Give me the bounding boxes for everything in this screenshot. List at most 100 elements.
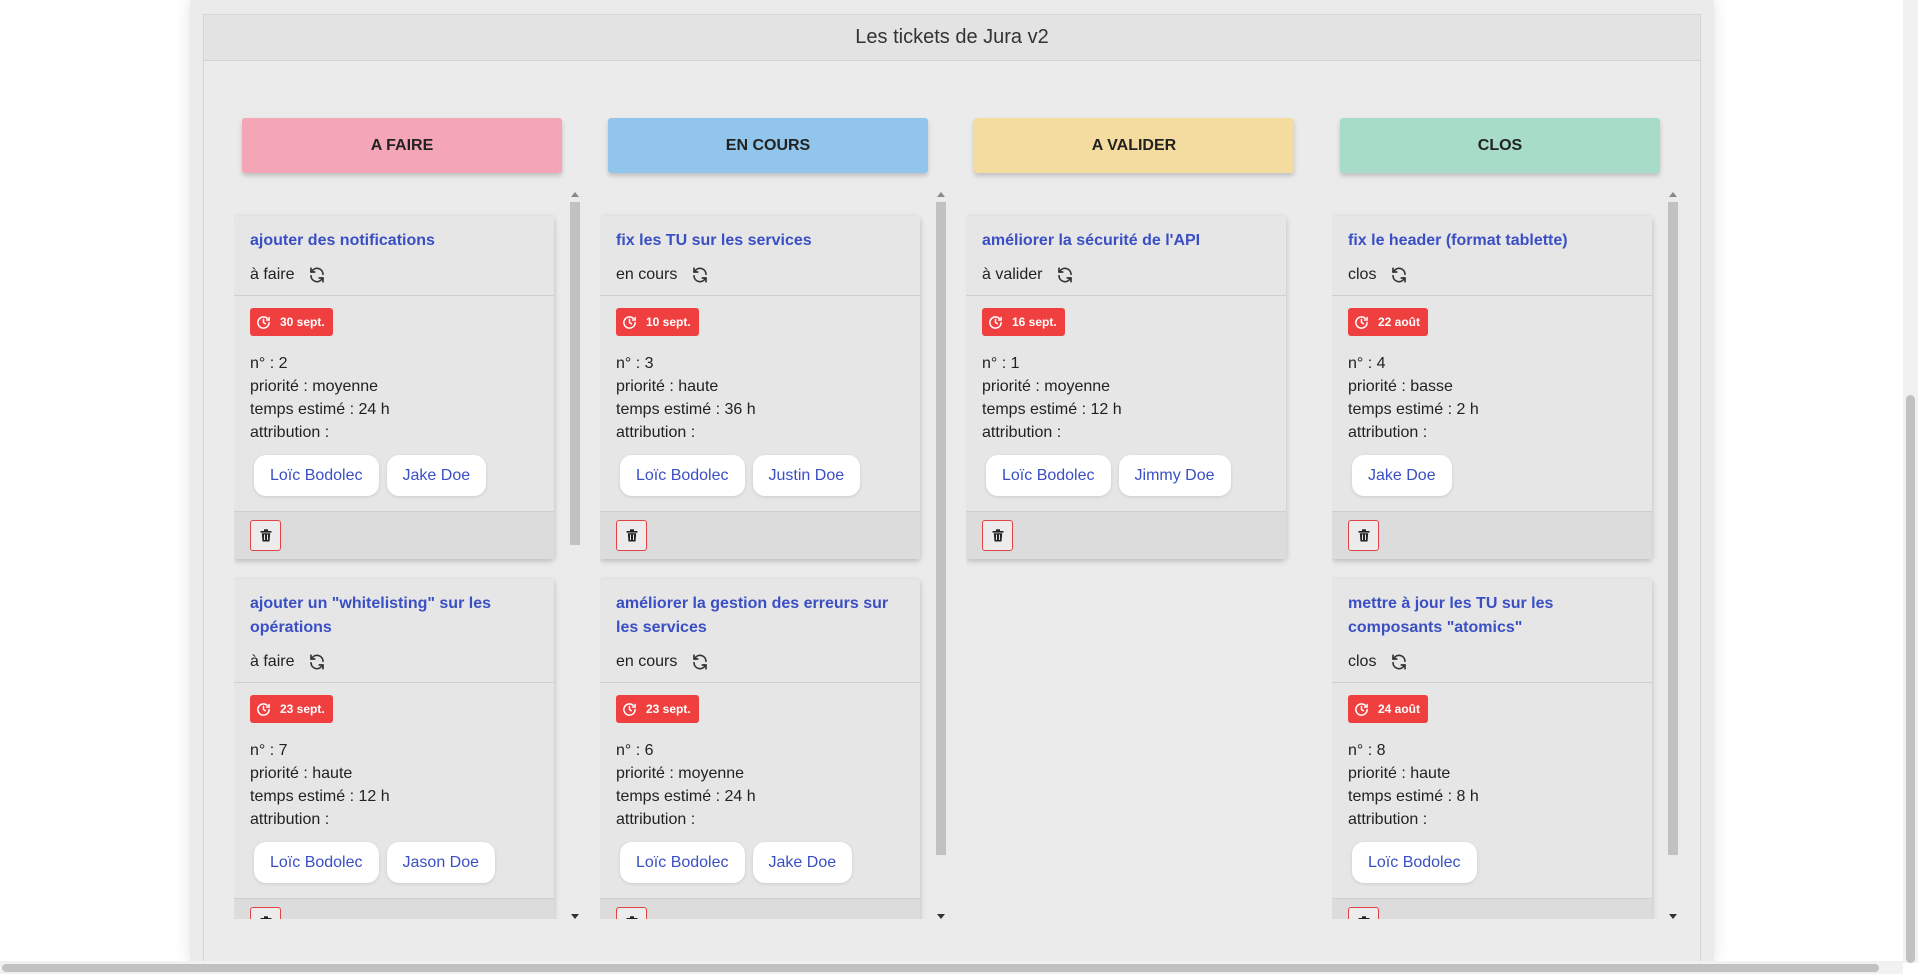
- ticket-attribution-label: attribution :: [1348, 424, 1428, 441]
- clock-icon: [257, 315, 270, 329]
- delete-button[interactable]: [1348, 520, 1379, 551]
- clock-icon: [989, 315, 1002, 329]
- ticket-estimate: temps estimé : 8 h: [1348, 788, 1479, 805]
- ticket-attribution-label: attribution :: [616, 424, 696, 441]
- window-horizontal-scroll-thumb[interactable]: [2, 964, 1879, 972]
- ticket-footer: [600, 898, 920, 919]
- clock-icon: [1355, 702, 1368, 716]
- due-date-label: 24 août: [1378, 701, 1421, 716]
- scroll-up-arrow[interactable]: [1669, 192, 1677, 197]
- ticket-title[interactable]: améliorer la sécurité de l'API: [966, 216, 1286, 253]
- ticket-number: n° : 2: [250, 355, 288, 372]
- ticket-status-label: clos: [1348, 266, 1377, 283]
- assignee-chip[interactable]: Jimmy Doe: [1118, 455, 1231, 496]
- column-scroll-thumb[interactable]: [1668, 202, 1678, 855]
- ticket-title[interactable]: ajouter des notifications: [234, 216, 554, 253]
- refresh-icon[interactable]: [1390, 266, 1408, 284]
- delete-button[interactable]: [982, 520, 1013, 551]
- ticket-card: fix les TU sur les services en cours 10 …: [600, 216, 920, 559]
- column-scrollbar[interactable]: [570, 192, 580, 919]
- assignee-chip[interactable]: Loïc Bodolec: [254, 455, 379, 496]
- assignee-chip[interactable]: Loïc Bodolec: [620, 842, 745, 883]
- ticket-title[interactable]: fix le header (format tablette): [1332, 216, 1652, 253]
- ticket-title[interactable]: mettre à jour les TU sur les composants …: [1332, 579, 1652, 640]
- due-date-badge: 23 sept.: [616, 695, 699, 723]
- due-date-label: 16 sept.: [1012, 314, 1057, 329]
- scroll-up-arrow[interactable]: [937, 192, 945, 197]
- ticket-estimate: temps estimé : 2 h: [1348, 401, 1479, 418]
- assignee-list: Loïc Bodolec Jake Doe: [616, 842, 904, 883]
- clock-icon: [623, 315, 636, 329]
- assignee-chip[interactable]: Jake Doe: [386, 455, 487, 496]
- assignee-list: Loïc Bodolec Jimmy Doe: [982, 455, 1270, 496]
- assignee-list: Loïc Bodolec: [1348, 842, 1636, 883]
- column-scrollbar[interactable]: [936, 192, 946, 919]
- ticket-status: en cours: [600, 253, 920, 295]
- scroll-down-arrow[interactable]: [937, 914, 945, 919]
- ticket-estimate: temps estimé : 12 h: [982, 401, 1122, 418]
- assignee-chip[interactable]: Justin Doe: [752, 455, 861, 496]
- scroll-down-arrow[interactable]: [571, 914, 579, 919]
- assignee-chip[interactable]: Loïc Bodolec: [986, 455, 1111, 496]
- window-horizontal-scrollbar[interactable]: [0, 961, 1903, 974]
- refresh-icon[interactable]: [691, 266, 709, 284]
- column-list-to-validate[interactable]: améliorer la sécurité de l'API à valider…: [966, 192, 1312, 919]
- ticket-status: à faire: [234, 253, 554, 295]
- column-scrollbar[interactable]: [1668, 192, 1678, 919]
- column-list-closed[interactable]: fix le header (format tablette) clos 22 …: [1332, 192, 1678, 919]
- delete-button[interactable]: [616, 520, 647, 551]
- assignee-chip[interactable]: Jason Doe: [386, 842, 496, 883]
- ticket-details: 23 sept. n° : 6 priorité : moyenne temps…: [600, 682, 920, 898]
- delete-button[interactable]: [250, 520, 281, 551]
- column-list-in-progress[interactable]: fix les TU sur les services en cours 10 …: [600, 192, 946, 919]
- ticket-details: 22 août n° : 4 priorité : basse temps es…: [1332, 295, 1652, 511]
- ticket-estimate: temps estimé : 12 h: [250, 788, 390, 805]
- ticket-footer: [1332, 511, 1652, 559]
- assignee-chip[interactable]: Loïc Bodolec: [620, 455, 745, 496]
- ticket-title[interactable]: ajouter un "whitelisting" sur les opérat…: [234, 579, 554, 640]
- clock-icon: [257, 702, 270, 716]
- ticket-status: clos: [1332, 253, 1652, 295]
- refresh-icon[interactable]: [1390, 653, 1408, 671]
- ticket-estimate: temps estimé : 24 h: [616, 788, 756, 805]
- scroll-up-arrow[interactable]: [571, 192, 579, 197]
- window-vertical-scroll-thumb[interactable]: [1906, 395, 1915, 963]
- scroll-down-arrow[interactable]: [1669, 914, 1677, 919]
- refresh-icon[interactable]: [308, 653, 326, 671]
- ticket-status: clos: [1332, 640, 1652, 682]
- ticket-card: améliorer la gestion des erreurs sur les…: [600, 579, 920, 919]
- column-list-todo[interactable]: ajouter des notifications à faire 30 sep…: [234, 192, 580, 919]
- column-scroll-thumb[interactable]: [570, 202, 580, 545]
- ticket-priority: priorité : haute: [1348, 765, 1451, 782]
- clock-icon: [1355, 315, 1368, 329]
- ticket-title[interactable]: fix les TU sur les services: [600, 216, 920, 253]
- window-vertical-scrollbar[interactable]: [1903, 0, 1918, 963]
- due-date-label: 10 sept.: [646, 314, 691, 329]
- assignee-list: Loïc Bodolec Jason Doe: [250, 842, 538, 883]
- clock-icon: [623, 702, 636, 716]
- assignee-list: Jake Doe: [1348, 455, 1636, 496]
- due-date-badge: 30 sept.: [250, 308, 333, 336]
- assignee-chip[interactable]: Jake Doe: [752, 842, 853, 883]
- assignee-chip[interactable]: Loïc Bodolec: [1352, 842, 1477, 883]
- ticket-number: n° : 6: [616, 742, 654, 759]
- delete-button[interactable]: [1348, 907, 1379, 919]
- trash-icon: [1358, 916, 1369, 919]
- column-scroll-thumb[interactable]: [936, 202, 946, 855]
- ticket-priority: priorité : basse: [1348, 378, 1453, 395]
- ticket-number: n° : 3: [616, 355, 654, 372]
- delete-button[interactable]: [250, 907, 281, 919]
- refresh-icon[interactable]: [308, 266, 326, 284]
- refresh-icon[interactable]: [1056, 266, 1074, 284]
- trash-icon: [260, 916, 271, 919]
- assignee-chip[interactable]: Loïc Bodolec: [254, 842, 379, 883]
- due-date-badge: 10 sept.: [616, 308, 699, 336]
- due-date-label: 23 sept.: [280, 701, 325, 716]
- ticket-title[interactable]: améliorer la gestion des erreurs sur les…: [600, 579, 920, 640]
- ticket-details: 16 sept. n° : 1 priorité : moyenne temps…: [966, 295, 1286, 511]
- refresh-icon[interactable]: [691, 653, 709, 671]
- assignee-chip[interactable]: Jake Doe: [1352, 455, 1452, 496]
- due-date-badge: 23 sept.: [250, 695, 333, 723]
- delete-button[interactable]: [616, 907, 647, 919]
- column-header-todo: A FAIRE: [242, 118, 562, 173]
